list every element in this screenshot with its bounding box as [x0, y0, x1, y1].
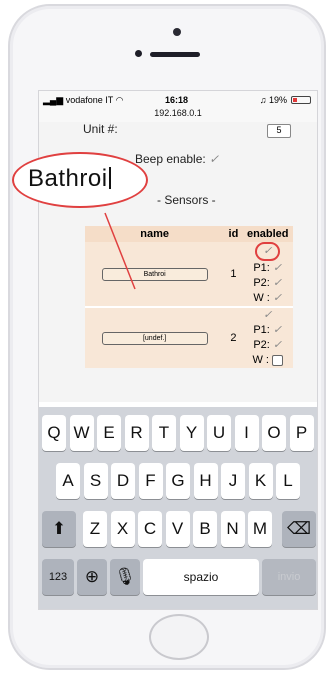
sensor-enable-checkbox[interactable]: ✓ — [255, 242, 281, 261]
key-y[interactable]: Y — [179, 415, 204, 451]
enter-key[interactable]: invio — [262, 559, 316, 595]
wifi-icon: ◠ — [115, 95, 124, 105]
status-time: 16:18 — [165, 95, 189, 105]
table-row: Bathroi 1 ✓ P1: ✓ P2: ✓ W : ✓ — [85, 242, 293, 307]
w-label: W : — [253, 292, 270, 304]
key-f[interactable]: F — [138, 463, 163, 499]
p2-checkbox[interactable]: ✓ — [273, 277, 282, 289]
carrier-label: ▂▄▆ vodafone IT ◠ — [43, 95, 124, 105]
key-c[interactable]: C — [138, 511, 162, 547]
p2-checkbox[interactable]: ✓ — [273, 339, 282, 351]
key-r[interactable]: R — [124, 415, 149, 451]
key-w[interactable]: W — [69, 415, 94, 451]
globe-icon[interactable]: ⊕ — [77, 559, 107, 595]
battery-icon — [291, 96, 311, 104]
key-l[interactable]: L — [276, 463, 300, 499]
phone-frame: ▂▄▆ vodafone IT ◠ 16:18 ♫ 19% 192.168.0.… — [8, 4, 326, 670]
key-s[interactable]: S — [83, 463, 108, 499]
key-p[interactable]: P — [289, 415, 314, 451]
beep-checkbox[interactable]: ✓ — [209, 152, 219, 166]
p2-label: P2: — [253, 339, 270, 351]
microphone-icon[interactable]: 🎙 — [110, 559, 140, 595]
p1-label: P1: — [253, 262, 270, 274]
text-cursor — [108, 167, 111, 189]
header-enabled: enabled — [242, 226, 293, 242]
key-m[interactable]: M — [248, 511, 272, 547]
header-id: id — [224, 226, 243, 242]
keyboard: Q W E R T Y U I O P A S D F G H J K L ⬆ Z X C V B N M ⌫ 123 ⊕ 🎙 spazio i… — [39, 407, 317, 609]
key-u[interactable]: U — [207, 415, 231, 451]
key-q[interactable]: Q — [42, 415, 66, 451]
key-k[interactable]: K — [248, 463, 273, 499]
key-g[interactable]: G — [166, 463, 190, 499]
p1-checkbox[interactable]: ✓ — [273, 262, 282, 274]
p1-label: P1: — [253, 324, 270, 336]
unit-label: Unit #: — [83, 122, 118, 136]
key-o[interactable]: O — [262, 415, 286, 451]
key-i[interactable]: I — [234, 415, 259, 451]
camera-dot — [173, 28, 181, 36]
key-h[interactable]: H — [193, 463, 218, 499]
sensors-table: name id enabled Bathroi 1 ✓ P1: ✓ P2: ✓ … — [85, 226, 293, 368]
callout-text: Bathroi — [28, 165, 108, 192]
key-z[interactable]: Z — [83, 511, 107, 547]
key-b[interactable]: B — [193, 511, 217, 547]
shift-key[interactable]: ⬆ — [42, 511, 76, 547]
status-bar: ▂▄▆ vodafone IT ◠ 16:18 ♫ 19% — [39, 91, 317, 109]
battery-label: ♫ 19% — [259, 95, 287, 105]
backspace-key[interactable]: ⌫ — [282, 511, 316, 547]
beep-enable-row: Beep enable: ✓ — [135, 152, 219, 166]
sensor-id: 2 — [224, 306, 243, 368]
earpiece-speaker — [150, 52, 200, 57]
table-row: [undef.] 2 ✓ P1: ✓ P2: ✓ W : — [85, 306, 293, 368]
key-x[interactable]: X — [110, 511, 135, 547]
w-label: W : — [252, 354, 269, 366]
p1-checkbox[interactable]: ✓ — [273, 324, 282, 336]
numbers-key[interactable]: 123 — [42, 559, 74, 595]
space-key[interactable]: spazio — [143, 559, 259, 595]
key-v[interactable]: V — [165, 511, 190, 547]
key-t[interactable]: T — [152, 415, 176, 451]
unit-input[interactable]: 5 — [267, 124, 291, 138]
headphones-icon: ♫ — [259, 95, 267, 105]
key-n[interactable]: N — [220, 511, 245, 547]
p2-label: P2: — [253, 277, 270, 289]
sensors-heading: - Sensors - — [157, 193, 216, 207]
url-bar[interactable]: 192.168.0.1 — [39, 108, 317, 123]
key-a[interactable]: A — [56, 463, 80, 499]
sensor-enable-checkbox[interactable]: ✓ — [263, 309, 272, 321]
w-checkbox[interactable]: ✓ — [273, 292, 282, 304]
front-sensor — [135, 50, 142, 57]
sensor-name-input[interactable]: [undef.] — [101, 332, 208, 345]
key-e[interactable]: E — [97, 415, 121, 451]
sensor-id: 1 — [224, 242, 243, 307]
key-d[interactable]: D — [111, 463, 135, 499]
signal-icon: ▂▄▆ — [43, 95, 64, 105]
w-checkbox[interactable] — [272, 354, 284, 366]
sensor-name-input[interactable]: Bathroi — [101, 268, 208, 281]
beep-label: Beep enable: — [135, 152, 206, 166]
home-button[interactable] — [149, 614, 209, 660]
header-name: name — [85, 226, 225, 242]
zoom-callout: Bathroi — [12, 152, 148, 208]
key-j[interactable]: J — [221, 463, 245, 499]
